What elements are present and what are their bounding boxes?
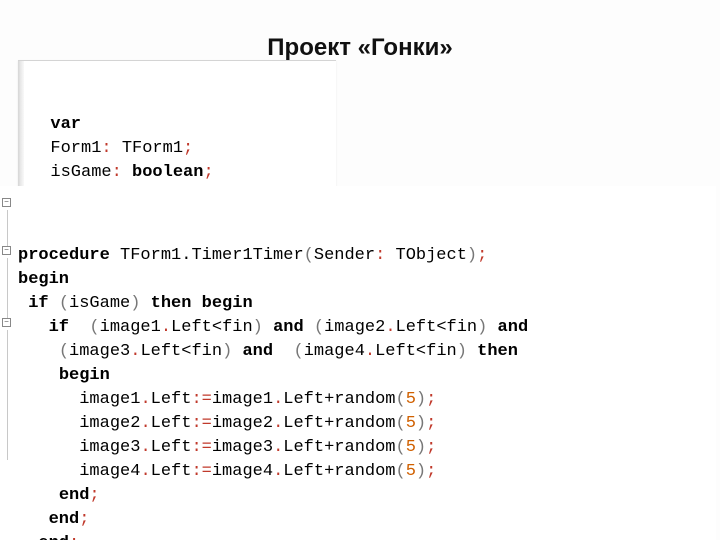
fold-icon[interactable]: − [2,198,11,207]
keyword-var: var [50,115,81,134]
code-procedure-block: − − − procedure TForm1.Timer1Timer(Sende… [0,186,716,540]
page-title: Проект «Гонки» [0,34,720,62]
ident-form1: Form1 [50,139,101,158]
ident-isgame: isGame [50,163,111,182]
type-boolean: boolean [132,163,203,182]
fold-gutter: − − − [0,186,14,540]
fold-icon[interactable]: − [2,318,11,327]
type-tform1: TForm1 [122,139,183,158]
proc-name: TForm1.Timer1Timer [120,246,304,265]
fold-icon[interactable]: − [2,246,11,255]
